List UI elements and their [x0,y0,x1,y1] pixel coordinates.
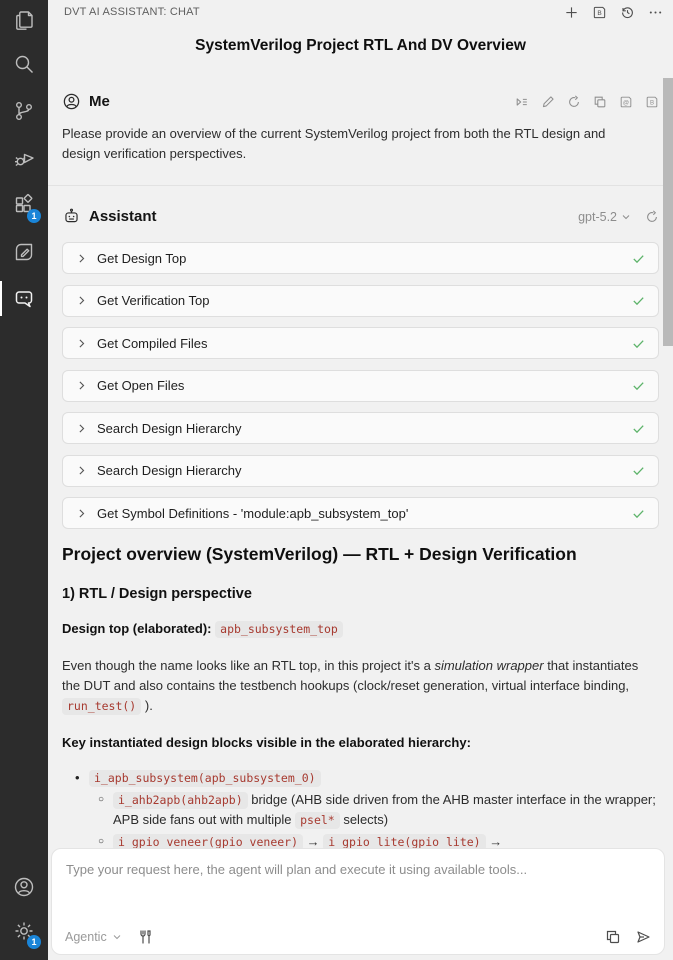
assistant-message-header: Assistant gpt-5.2 [62,207,659,226]
tool-card-search-design-hierarchy-1[interactable]: Search Design Hierarchy [62,412,659,444]
chat-input[interactable] [52,849,664,907]
extensions-badge: 1 [27,209,41,223]
account-icon[interactable] [0,867,48,907]
tool-card-get-design-top[interactable]: Get Design Top [62,242,659,274]
panel-title: DVT AI ASSISTANT: CHAT [64,6,564,18]
user-message-text: Please provide an overview of the curren… [62,124,632,164]
tool-card-get-symbol-definitions[interactable]: Get Symbol Definitions - 'module:apb_sub… [62,497,659,529]
copy-message-icon[interactable] [593,95,607,109]
check-icon [631,293,646,308]
chevron-right-icon [75,464,88,477]
tool-card-search-design-hierarchy-2[interactable]: Search Design Hierarchy [62,455,659,487]
history-icon[interactable] [620,5,635,20]
tools-icon[interactable] [137,929,153,945]
check-icon [631,506,646,521]
chat-title: SystemVerilog Project RTL And DV Overvie… [62,37,659,55]
list-item: i_ahb2apb(ahb2apb) bridge (AHB side driv… [113,790,659,830]
answer-heading: Project overview (SystemVerilog) — RTL +… [62,544,659,565]
more-actions-icon[interactable] [648,5,663,20]
tool-call-list: Get Design Top Get Verification Top Get … [62,242,659,529]
svg-text:B: B [650,99,654,106]
ai-chat-icon[interactable] [0,275,48,322]
chevron-right-icon [75,252,88,265]
chevron-down-icon [111,931,123,943]
user-message: Me [62,92,659,164]
run-debug-icon[interactable] [0,134,48,181]
message-separator [48,185,673,186]
assistant-sender-name: Assistant [89,208,157,225]
inline-code: run_test() [62,698,141,715]
chevron-down-icon [620,211,632,223]
save-template-icon[interactable]: B [645,95,659,109]
user-avatar-icon [62,92,81,111]
chevron-right-icon [75,422,88,435]
model-select[interactable]: gpt-5.2 [578,210,632,224]
scrollbar-thumb[interactable] [663,78,673,346]
save-chat-icon[interactable]: B [592,5,607,20]
mode-label: Agentic [65,930,107,944]
save-prompt-icon[interactable]: @ [619,95,633,109]
assistant-answer: Project overview (SystemVerilog) — RTL +… [62,544,659,872]
chat-panel: DVT AI ASSISTANT: CHAT B [48,0,673,960]
chevron-right-icon [75,379,88,392]
extensions-icon[interactable]: 1 [0,181,48,228]
key-blocks-line: Key instantiated design blocks visible i… [62,733,659,753]
panel-header: DVT AI ASSISTANT: CHAT B [48,0,673,24]
inline-code: i_ahb2apb(ahb2apb) [113,792,248,809]
check-icon [631,378,646,393]
copy-response-icon[interactable] [605,929,621,945]
check-icon [631,463,646,478]
assistant-avatar-icon [62,207,81,226]
chevron-right-icon [75,337,88,350]
new-chat-icon[interactable] [564,5,579,20]
mode-select[interactable]: Agentic [65,930,123,944]
answer-subheading: 1) RTL / Design perspective [62,586,659,602]
chat-scroll-area: SystemVerilog Project RTL And DV Overvie… [48,24,673,960]
svg-text:B: B [597,9,602,16]
regenerate-icon[interactable] [645,210,659,224]
check-icon [631,421,646,436]
inline-code: psel* [295,812,340,829]
pencil-square-icon[interactable] [0,228,48,275]
source-control-icon[interactable] [0,87,48,134]
chevron-right-icon [75,294,88,307]
svg-text:@: @ [623,99,629,106]
edit-message-icon[interactable] [541,95,555,109]
chevron-right-icon [75,507,88,520]
inline-code: apb_subsystem_top [215,621,343,638]
model-name: gpt-5.2 [578,210,617,224]
inline-code: i_apb_subsystem(apb_subsystem_0) [89,770,321,787]
insert-prompt-icon[interactable] [515,95,529,109]
check-icon [631,251,646,266]
check-icon [631,336,646,351]
search-icon[interactable] [0,40,48,87]
explorer-icon[interactable] [0,0,48,40]
settings-gear-icon[interactable]: 1 [0,907,48,954]
settings-badge: 1 [27,935,41,949]
design-top-line: Design top (elaborated): apb_subsystem_t… [62,619,659,639]
user-sender-name: Me [89,93,110,110]
retry-message-icon[interactable] [567,95,581,109]
tool-card-get-compiled-files[interactable]: Get Compiled Files [62,327,659,359]
tool-card-get-verification-top[interactable]: Get Verification Top [62,285,659,317]
send-icon[interactable] [635,929,651,945]
wrapper-paragraph: Even though the name looks like an RTL t… [62,656,659,716]
chat-input-box: Agentic [51,848,665,955]
activity-bar: 1 1 [0,0,48,960]
tool-card-get-open-files[interactable]: Get Open Files [62,370,659,402]
